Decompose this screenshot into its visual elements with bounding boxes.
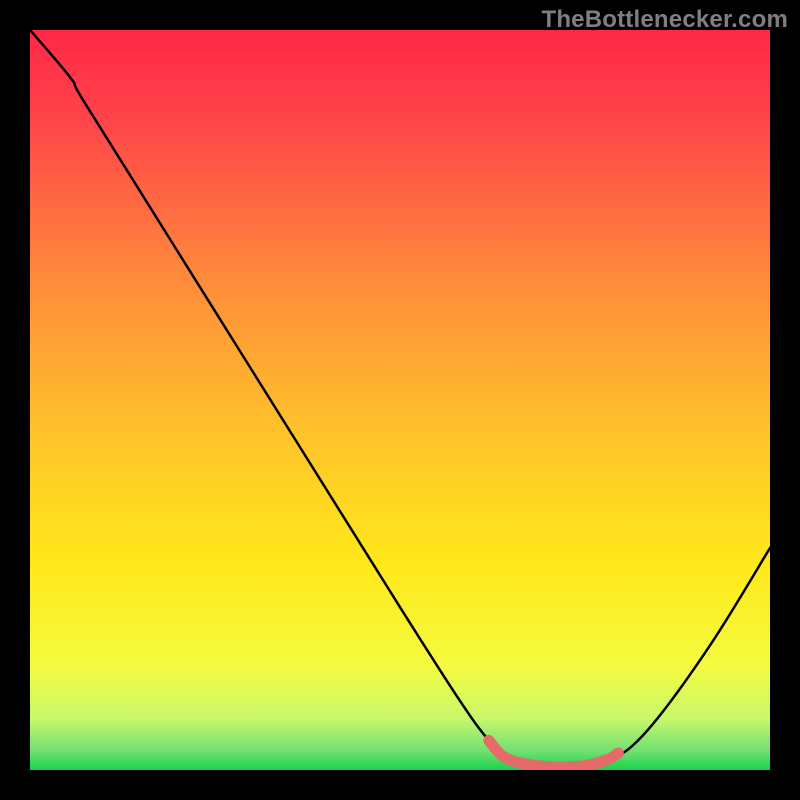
gradient-background [30, 30, 770, 770]
chart-svg [30, 30, 770, 770]
chart-frame: TheBottlenecker.com [0, 0, 800, 800]
plot-area [30, 30, 770, 770]
watermark-text: TheBottlenecker.com [541, 6, 788, 34]
